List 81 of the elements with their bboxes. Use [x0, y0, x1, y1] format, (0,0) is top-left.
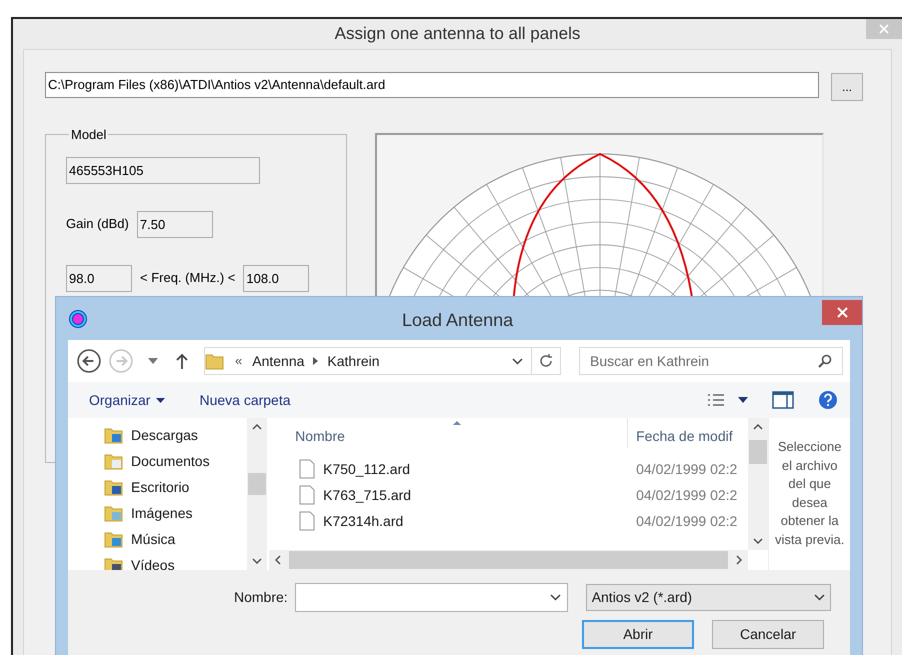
folder-nav-item[interactable]: Descargas: [104, 422, 248, 448]
folder-nav-item[interactable]: Escritorio: [104, 474, 248, 500]
scroll-down-icon[interactable]: [252, 558, 262, 564]
filename-label: Nombre:: [234, 588, 288, 607]
dropdown-chevron-icon: [814, 594, 825, 601]
up-arrow-icon[interactable]: [176, 353, 188, 369]
max-frequency-field: 108.0: [243, 264, 310, 292]
file-name: K72314h.ard: [323, 512, 404, 530]
caret-icon[interactable]: [738, 397, 748, 403]
organize-menu-button[interactable]: Organizar: [89, 390, 166, 410]
search-icon: [818, 354, 832, 368]
folder-nav-item[interactable]: Imágenes: [104, 500, 248, 526]
model-field: 465553H105: [66, 156, 260, 184]
scroll-thumb[interactable]: [289, 551, 728, 569]
folder-icon: [104, 504, 124, 522]
sort-arrow-icon: [453, 421, 462, 425]
recent-dropdown-icon[interactable]: [148, 358, 158, 364]
folder-icon: [104, 478, 124, 496]
breadcrumb-bar[interactable]: « Antenna Kathrein: [204, 347, 561, 375]
scroll-left-icon[interactable]: [275, 555, 282, 565]
breadcrumb-overflow[interactable]: «: [235, 351, 242, 371]
folder-icon: [104, 556, 124, 570]
file-name: K750_112.ard: [323, 460, 410, 479]
vertical-scrollbar[interactable]: [748, 418, 768, 550]
caret-icon: [156, 398, 166, 402]
new-folder-button[interactable]: Nueva carpeta: [199, 390, 291, 410]
gain-field: 7.50: [136, 210, 213, 238]
horizontal-scrollbar[interactable]: [269, 550, 748, 570]
scroll-up-icon[interactable]: [252, 424, 262, 430]
file-date: 04/02/1999 02:2: [635, 512, 738, 530]
app-logo-icon: [67, 308, 89, 330]
back-button[interactable]: [76, 348, 102, 374]
file-icon: [299, 511, 316, 531]
refresh-icon[interactable]: [539, 354, 553, 368]
folder-icon: [104, 452, 124, 470]
file-row[interactable]: K72314h.ard 04/02/1999 02:2: [269, 508, 748, 534]
min-frequency-field: 98.0: [66, 264, 132, 292]
file-date: 04/02/1999 02:2: [635, 460, 738, 478]
file-name: K763_715.ard: [323, 486, 412, 505]
search-placeholder: Buscar en Kathrein: [590, 352, 710, 370]
group-label: Model: [70, 126, 108, 144]
open-button[interactable]: Abrir: [582, 620, 694, 649]
folder-nav-item[interactable]: Música: [104, 526, 248, 552]
gain-label: Gain (dBd): [66, 215, 129, 234]
search-field[interactable]: Buscar en Kathrein: [579, 347, 843, 375]
column-header[interactable]: Nombre: [269, 418, 628, 448]
folder-icon: [104, 426, 124, 444]
folder-nav-item[interactable]: Documentos: [104, 448, 248, 474]
help-icon[interactable]: [818, 390, 838, 410]
preview-pane-icon[interactable]: [772, 391, 794, 409]
chevron-icon: [313, 357, 318, 365]
frequency-label: < Freq. (MHz.) <: [140, 269, 236, 288]
close-button[interactable]: [822, 300, 862, 325]
file-type-select[interactable]: Antios v2 (*.ard): [586, 584, 831, 611]
close-icon: [879, 24, 889, 34]
vertical-scrollbar[interactable]: [247, 418, 268, 570]
preview-message: Seleccione el archivo del que desea obtener la vista previa.: [774, 438, 846, 549]
file-icon: [299, 459, 316, 479]
breadcrumb-item[interactable]: Kathrein: [327, 350, 380, 372]
file-icon: [299, 485, 316, 505]
scroll-thumb[interactable]: [749, 440, 768, 464]
filename-field[interactable]: [294, 583, 568, 612]
folder-icon: [104, 530, 124, 548]
dropdown-chevron-icon[interactable]: [512, 358, 523, 364]
file-row[interactable]: K763_715.ard 04/02/1999 02:2: [269, 482, 748, 508]
window-title: Assign one antenna to all panels: [334, 23, 580, 46]
file-row[interactable]: K750_112.ard 04/02/1999 02:2: [269, 456, 748, 482]
close-icon: [836, 307, 848, 318]
dialog-title: Load Antenna: [402, 309, 514, 332]
browse-button[interactable]: ...: [831, 73, 863, 101]
breadcrumb-item[interactable]: Antenna: [252, 350, 304, 372]
file-date: 04/02/1999 02:2: [635, 486, 738, 504]
folder-icon: [205, 352, 225, 370]
cancel-button[interactable]: Cancelar: [712, 620, 824, 649]
scroll-up-icon[interactable]: [753, 424, 764, 430]
dropdown-chevron-icon: [550, 594, 561, 601]
file-path-field[interactable]: C:\Program Files (x86)\ATDI\Antios v2\Antenna\default.ard: [45, 72, 819, 98]
view-options-icon[interactable]: [706, 392, 726, 408]
scroll-right-icon[interactable]: [736, 555, 742, 565]
scroll-down-icon[interactable]: [753, 538, 764, 544]
scroll-thumb[interactable]: [248, 473, 266, 495]
